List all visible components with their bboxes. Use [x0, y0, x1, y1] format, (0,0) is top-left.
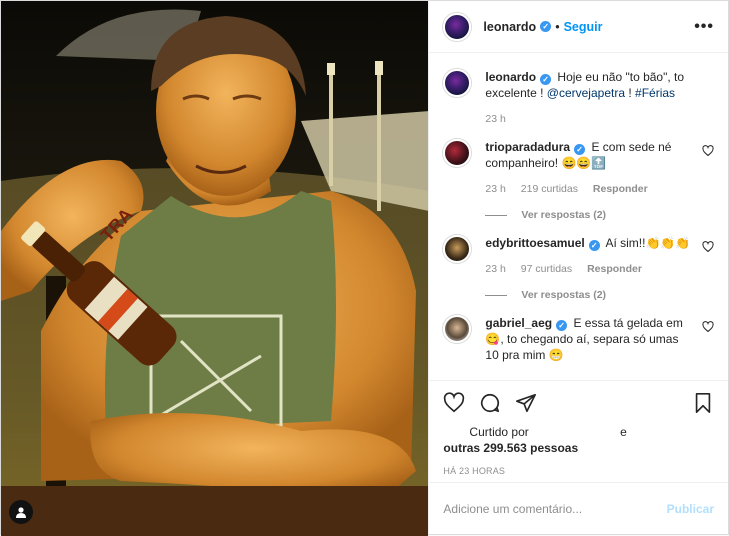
follow-button[interactable]: Seguir: [564, 20, 603, 34]
comment-text: Aí sim!!👏👏👏: [605, 236, 691, 250]
reply-button[interactable]: Responder: [593, 183, 648, 195]
caption: leonardo ✓ Hoje eu não "to bão", to excel…: [443, 69, 714, 127]
commenter-avatar[interactable]: [443, 235, 472, 263]
tagged-users-button[interactable]: [9, 500, 33, 524]
comment-time[interactable]: 23 h: [485, 183, 505, 195]
reply-button[interactable]: Responder: [587, 263, 642, 275]
caption-mention[interactable]: @cervejapetra: [547, 86, 625, 100]
caption-meta: 23 h: [485, 111, 714, 127]
view-replies-label: Ver respostas (2): [521, 209, 607, 221]
author-avatar[interactable]: [443, 12, 472, 41]
verified-icon: ✓: [540, 21, 552, 32]
comment-meta: 23 h 219 curtidas Responder: [485, 181, 692, 197]
comment-bubble-icon[interactable]: [479, 392, 501, 414]
liked-by-label: Curtido por: [469, 425, 529, 439]
likes-summary: Curtido por e outras 299.563 pessoas: [429, 424, 728, 460]
like-heart-icon[interactable]: [443, 391, 465, 414]
publish-button[interactable]: Publicar: [667, 502, 714, 516]
view-replies-label: Ver respostas (2): [521, 289, 607, 301]
commenter-username[interactable]: gabriel_aeg: [485, 316, 552, 330]
more-options-icon[interactable]: •••: [694, 18, 714, 36]
post-side-panel: leonardo ✓ • Seguir ••• leonardo ✓ Hoje e…: [428, 1, 728, 534]
comment-item: edybrittoesamuel ✓ Aí sim!!👏👏👏 23 h 97 cu…: [443, 235, 714, 303]
save-bookmark-icon[interactable]: [692, 392, 714, 414]
comments-list[interactable]: leonardo ✓ Hoje eu não "to bão", to excel…: [429, 53, 728, 380]
caption-text-end: !: [625, 86, 636, 100]
separator-dot: •: [555, 19, 560, 34]
verified-icon: ✓: [556, 320, 568, 331]
action-bar: [429, 380, 728, 424]
caption-username[interactable]: leonardo: [485, 70, 536, 84]
post-timestamp[interactable]: HÁ 23 HORAS: [429, 460, 728, 482]
comment-like-icon[interactable]: [702, 241, 714, 253]
comment-meta: 23 h 97 curtidas Responder: [485, 261, 692, 277]
replies-line: [485, 214, 508, 216]
view-replies-button[interactable]: Ver respostas (2): [485, 207, 692, 223]
comment-input[interactable]: Adicione um comentário...: [443, 502, 666, 516]
post-modal: TRA leonardo ✓ • Seguir ••• leonardo ✓ H…: [0, 0, 729, 536]
caption-avatar[interactable]: [443, 69, 472, 97]
comment-like-icon[interactable]: [702, 145, 714, 157]
photo-illustration: TRA: [1, 1, 429, 536]
commenter-username[interactable]: edybrittoesamuel: [485, 236, 584, 250]
caption-hashtag[interactable]: #Férias: [635, 86, 675, 100]
replies-line: [485, 294, 508, 296]
likes-count-link[interactable]: outras 299.563 pessoas: [443, 441, 578, 455]
verified-icon: ✓: [540, 74, 552, 85]
commenter-avatar[interactable]: [443, 315, 472, 343]
commenter-avatar[interactable]: [443, 139, 472, 167]
user-icon: [16, 507, 26, 518]
comment-likes[interactable]: 97 curtidas: [521, 263, 572, 275]
liked-by-and: e: [620, 425, 627, 439]
comment-like-icon[interactable]: [702, 321, 714, 333]
comment-item: trioparadadura ✓ E com sede né companheir…: [443, 139, 714, 223]
author-username[interactable]: leonardo: [483, 20, 536, 34]
post-header: leonardo ✓ • Seguir •••: [429, 1, 728, 53]
comment-time[interactable]: 23 h: [485, 263, 505, 275]
comment-item: gabriel_aeg ✓ E essa tá gelada em 😋, to c…: [443, 315, 714, 363]
caption-time[interactable]: 23 h: [485, 113, 505, 125]
add-comment-bar: Adicione um comentário... Publicar: [429, 482, 728, 534]
verified-icon: ✓: [574, 144, 586, 155]
post-photo[interactable]: TRA: [1, 1, 429, 536]
commenter-username[interactable]: trioparadadura: [485, 140, 570, 154]
verified-icon: ✓: [588, 240, 600, 251]
view-replies-button[interactable]: Ver respostas (2): [485, 287, 692, 303]
share-send-icon[interactable]: [515, 392, 537, 414]
comment-likes[interactable]: 219 curtidas: [521, 183, 578, 195]
